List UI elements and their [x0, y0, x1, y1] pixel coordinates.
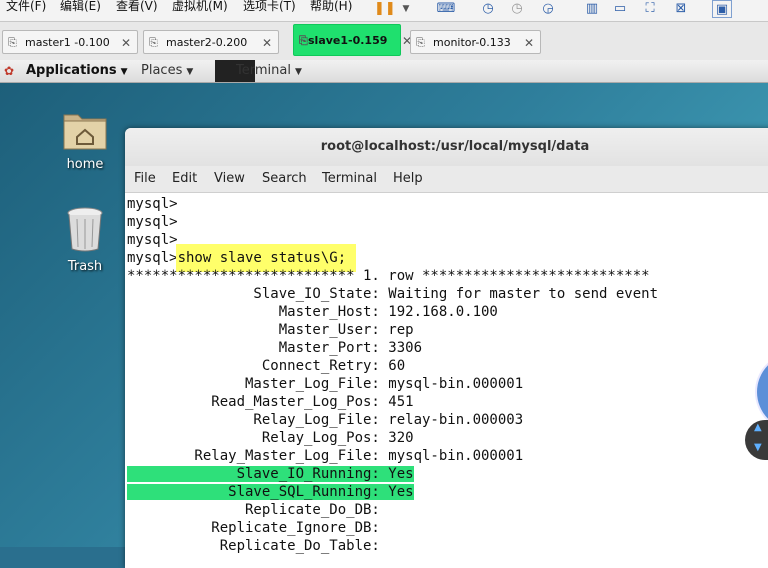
menu-vm[interactable]: 虚拟机(M)	[172, 0, 228, 14]
terminal-line: Relay_Log_File: relay-bin.000003	[127, 412, 524, 428]
terminal-line: Replicate_Do_Table:	[127, 538, 380, 554]
tab-master2[interactable]: ⎘ master2-0.200 ✕	[143, 30, 279, 54]
vm-tab-bar: ⎘ master1 -0.100 ✕ ⎘ master2-0.200 ✕ ⎘ s…	[0, 22, 768, 61]
terminal-line: Master_Log_File: mysql-bin.000001	[127, 376, 524, 392]
places-menu[interactable]: Places ▼	[141, 60, 193, 83]
terminal-line: Relay_Log_Pos: 320	[127, 430, 414, 446]
terminal-line-sql-running: Slave_SQL_Running: Yes	[127, 483, 768, 501]
vm-icon: ⎘	[149, 36, 158, 49]
gnome-foot-icon: ✿	[4, 64, 15, 78]
snapshot-icon[interactable]: ◷	[478, 0, 498, 18]
terminal-titlebar[interactable]: root@localhost:/usr/local/mysql/data	[125, 128, 768, 166]
close-icon[interactable]: ✕	[262, 31, 272, 55]
arrow-up-icon: ▲	[754, 422, 762, 433]
chevron-down-icon: ▼	[120, 67, 128, 77]
terminal-label: Terminal	[236, 63, 291, 78]
tab-label: monitor-0.133	[433, 36, 511, 49]
terminal-line-command: mysql>show slave status\G;	[127, 244, 768, 272]
chevron-down-icon: ▼	[294, 67, 302, 77]
arrow-down-icon: ▼	[754, 442, 762, 453]
terminal-menu-help[interactable]: Help	[393, 166, 423, 192]
terminal-line-io-running: Slave_IO_Running: Yes	[127, 465, 768, 483]
terminal-line: mysql>	[127, 196, 178, 212]
tab-label: master1 -0.100	[25, 36, 110, 49]
applications-menu[interactable]: Applications ▼	[26, 60, 128, 83]
desktop-icon-label: Trash	[67, 259, 103, 274]
unity-icon[interactable]: ⊠	[671, 0, 691, 18]
send-keys-icon[interactable]: ⌨	[436, 0, 456, 18]
thumbnail-view-icon[interactable]: ▣	[712, 0, 732, 18]
menu-file[interactable]: 文件(F)	[6, 0, 46, 14]
terminal-line: *************************** 1. row *****…	[127, 268, 650, 284]
console-view-icon[interactable]: ▭	[610, 0, 630, 18]
terminal-line: Master_User: rep	[127, 322, 414, 338]
terminal-window[interactable]: root@localhost:/usr/local/mysql/data Fil…	[125, 128, 768, 568]
places-label: Places	[141, 63, 183, 78]
desktop-icon-home[interactable]: home	[50, 107, 120, 172]
highlighted-io-running: Slave_IO_Running: Yes	[127, 466, 414, 482]
terminal-line: Connect_Retry: 60	[127, 358, 406, 374]
chevron-down-icon: ▼	[186, 67, 194, 77]
tab-label: master2-0.200	[166, 36, 248, 49]
terminal-line: Replicate_Do_DB:	[127, 502, 380, 518]
tab-monitor[interactable]: ⎘ monitor-0.133 ✕	[410, 30, 541, 54]
terminal-menu-search[interactable]: Search	[262, 166, 307, 192]
terminal-menu-file[interactable]: File	[134, 166, 156, 192]
desktop-icon-trash[interactable]: Trash	[50, 207, 120, 274]
dropdown-arrow-icon[interactable]: ▼	[396, 0, 416, 18]
terminal-line: Replicate_Ignore_DB:	[127, 520, 380, 536]
revert-snapshot-icon[interactable]: ◷	[507, 0, 527, 18]
close-icon[interactable]: ✕	[524, 31, 534, 55]
terminal-menubar: File Edit View Search Terminal Help	[125, 166, 768, 193]
highlighted-sql-running: Slave_SQL_Running: Yes	[127, 484, 414, 500]
menu-edit[interactable]: 编辑(E)	[60, 0, 101, 14]
tab-label: slave1-0.159	[308, 34, 388, 47]
vm-icon: ⎘	[8, 36, 17, 49]
window-title: root@localhost:/usr/local/mysql/data	[320, 139, 590, 154]
terminal-output[interactable]: mysql> mysql> mysql> mysql>show slave statu…	[125, 193, 768, 555]
terminal-line: Read_Master_Log_Pos: 451	[127, 394, 414, 410]
terminal-line: Slave_IO_State: Waiting for master to se…	[127, 286, 659, 302]
menu-view[interactable]: 查看(V)	[116, 0, 158, 14]
close-icon[interactable]: ✕	[121, 31, 131, 55]
terminal-menu[interactable]: Terminal ▼	[236, 60, 302, 83]
pause-icon[interactable]: ❚❚	[374, 0, 396, 18]
tab-slave1[interactable]: ⎘ slave1-0.159 ✕	[293, 24, 412, 56]
sidebar-view-icon[interactable]: ▥	[582, 0, 602, 18]
terminal-menu-view[interactable]: View	[214, 166, 245, 192]
terminal-menu-edit[interactable]: Edit	[172, 166, 197, 192]
trash-icon	[67, 207, 103, 252]
applications-label: Applications	[26, 63, 117, 78]
fullscreen-icon[interactable]: ⛶	[640, 0, 660, 18]
terminal-line: mysql>	[127, 214, 178, 230]
home-folder-icon	[63, 114, 107, 150]
gnome-top-panel: ✿ Applications ▼ Places ▼ Terminal ▼	[0, 60, 768, 83]
terminal-line: Master_Port: 3306	[127, 340, 423, 356]
desktop-icon-label: home	[66, 157, 104, 172]
menu-tabs[interactable]: 选项卡(T)	[243, 0, 296, 14]
terminal-line: Master_Host: 192.168.0.100	[127, 304, 498, 320]
tab-master1[interactable]: ⎘ master1 -0.100 ✕	[2, 30, 138, 54]
menu-help[interactable]: 帮助(H)	[310, 0, 352, 14]
snapshot-manager-icon[interactable]: ◶	[538, 0, 558, 18]
vm-menubar: 文件(F) 编辑(E) 查看(V) 虚拟机(M) 选项卡(T) 帮助(H) ❚❚…	[0, 0, 768, 22]
terminal-line: Relay_Master_Log_File: mysql-bin.000001	[127, 448, 524, 464]
terminal-menu-terminal[interactable]: Terminal	[322, 166, 377, 192]
vm-icon: ⎘	[416, 36, 425, 49]
